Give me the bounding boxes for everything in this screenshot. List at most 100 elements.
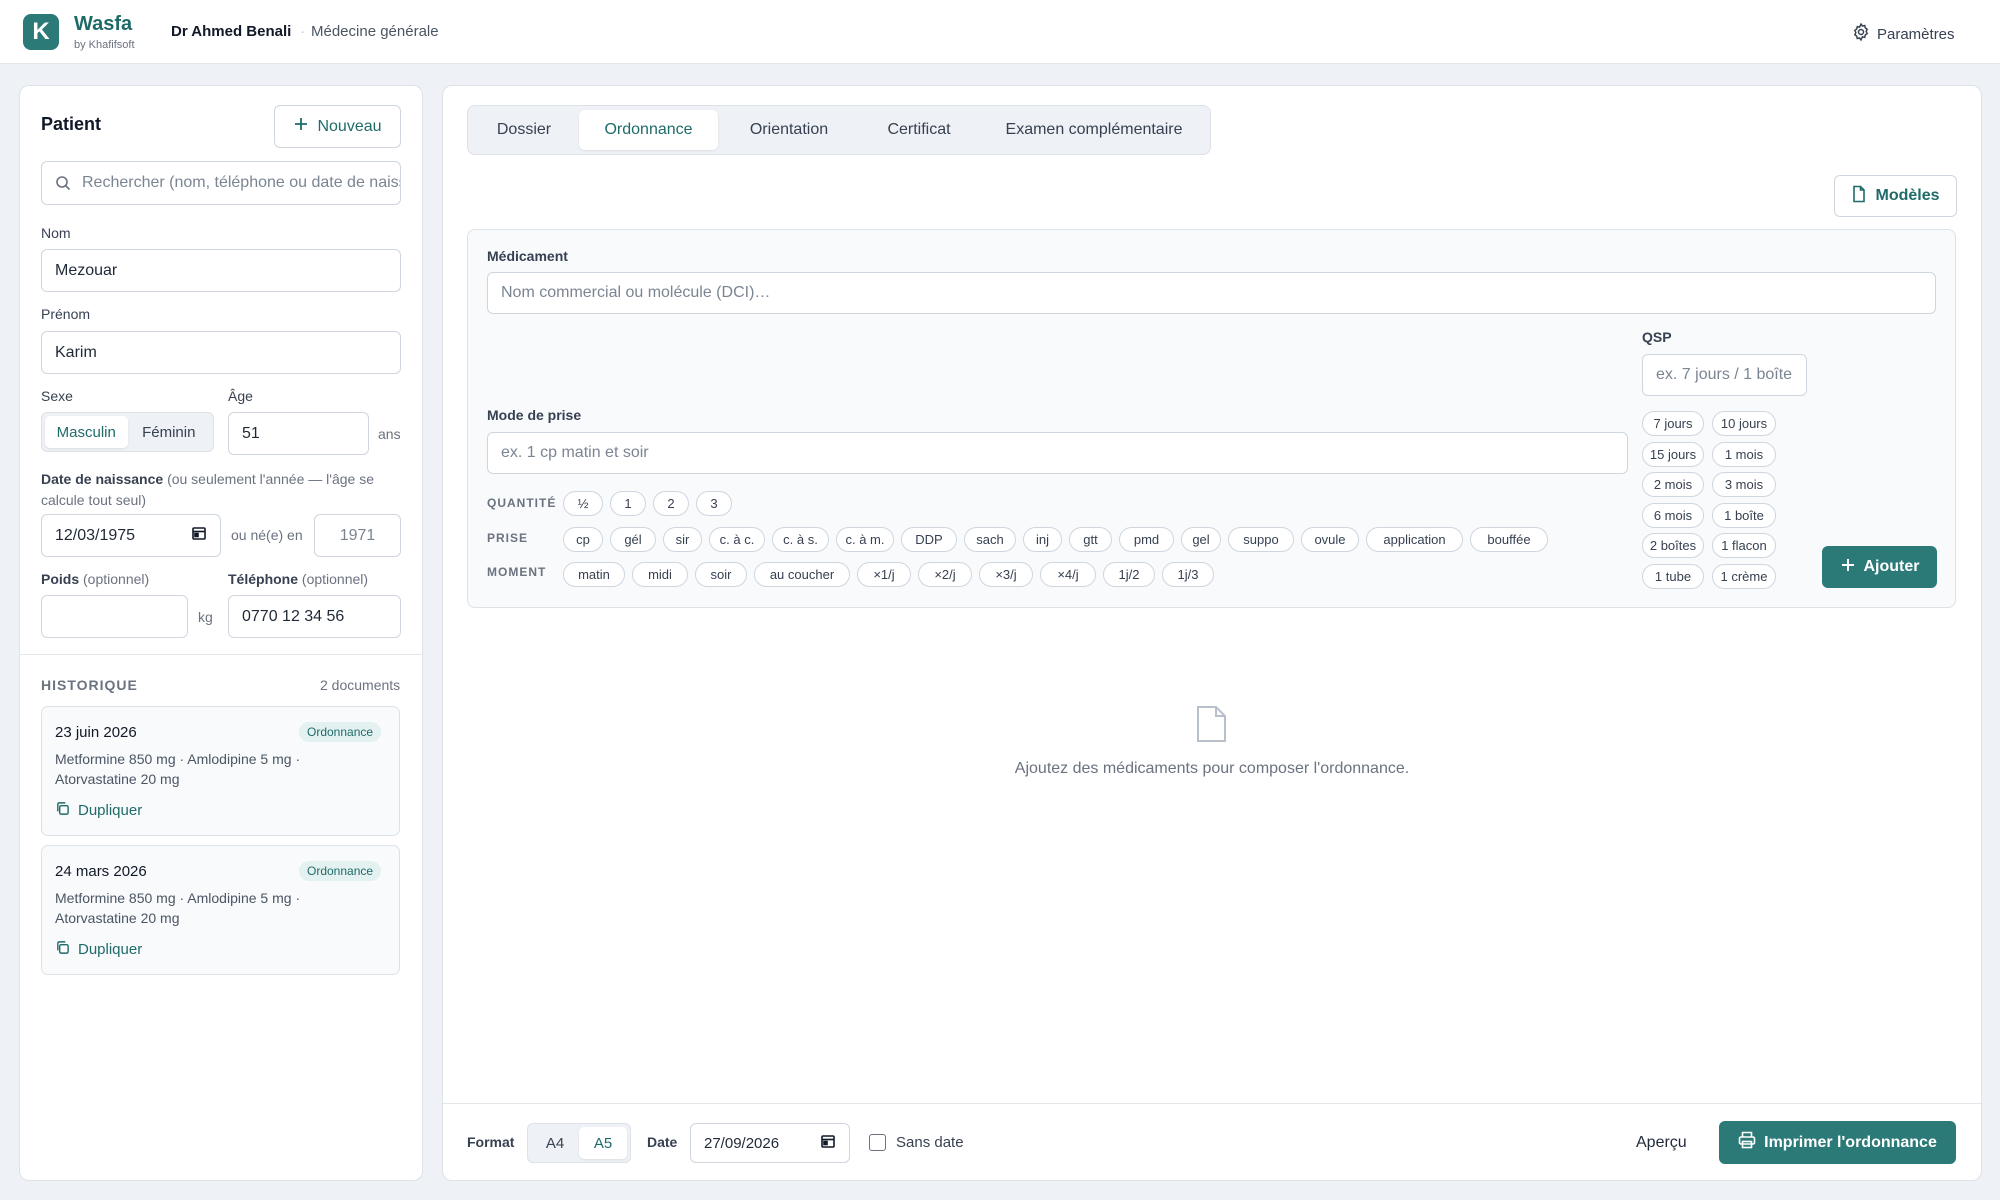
plus-icon — [293, 116, 309, 137]
duplicate-label: Dupliquer — [78, 802, 143, 819]
quantite-chip[interactable]: 1 — [610, 491, 646, 516]
dob-field[interactable]: 12/03/1975 — [41, 514, 221, 557]
qsp-chip[interactable]: 1 flacon — [1712, 533, 1776, 559]
prise-chip[interactable]: bouffée — [1470, 527, 1548, 552]
dob-label: Date de naissance (ou seulement l'année … — [41, 469, 401, 511]
sexe-label: Sexe — [41, 388, 73, 404]
moment-chip[interactable]: 1j/3 — [1162, 562, 1214, 587]
moment-chip[interactable]: ×3/j — [979, 562, 1033, 587]
printer-icon — [1738, 1131, 1756, 1154]
moment-chip[interactable]: ×2/j — [918, 562, 972, 587]
prise-chip[interactable]: sach — [964, 527, 1016, 552]
born-in-label: ou né(e) en — [231, 527, 303, 543]
moment-label: MOMENT — [487, 565, 547, 579]
qsp-chip[interactable]: 10 jours — [1712, 411, 1776, 436]
prise-chip[interactable]: application — [1366, 527, 1463, 552]
moment-chip[interactable]: midi — [632, 562, 688, 587]
brand-name: Wasfa — [74, 13, 133, 35]
moment-chip[interactable]: ×1/j — [857, 562, 911, 587]
checkbox-box[interactable] — [869, 1134, 886, 1151]
birth-year-field[interactable]: 1971 — [314, 514, 401, 557]
telephone-field[interactable]: 0770 12 34 56 — [228, 595, 401, 638]
sexe-toggle: Masculin Féminin — [41, 412, 214, 452]
prise-chip[interactable]: ovule — [1301, 527, 1359, 552]
format-toggle: A4 A5 — [527, 1123, 631, 1163]
add-label: Ajouter — [1863, 558, 1920, 575]
sans-date-checkbox[interactable]: Sans date — [869, 1134, 964, 1151]
add-medication-button[interactable]: Ajouter — [1822, 546, 1937, 588]
qsp-chip[interactable]: 15 jours — [1642, 441, 1704, 467]
sexe-feminin-option[interactable]: Féminin — [128, 416, 211, 448]
prise-chip[interactable]: c. à m. — [836, 527, 894, 552]
calendar-icon[interactable] — [191, 525, 207, 546]
moment-chip[interactable]: au coucher — [754, 562, 850, 587]
poids-field[interactable] — [41, 595, 188, 638]
tab-orientation[interactable]: Orientation — [720, 110, 858, 150]
moment-chip[interactable]: soir — [695, 562, 747, 587]
prise-chip[interactable]: pmd — [1119, 527, 1174, 552]
search-placeholder: Rechercher (nom, téléphone ou date de na… — [82, 174, 400, 191]
prise-chip[interactable]: gél — [610, 527, 656, 552]
date-value: 27/09/2026 — [704, 1134, 780, 1152]
nom-field[interactable]: Mezouar — [41, 249, 401, 292]
prise-chip[interactable]: c. à c. — [709, 527, 765, 552]
poids-label-text: Poids — [41, 571, 80, 587]
duplicate-label: Dupliquer — [78, 941, 143, 958]
quantite-chip[interactable]: ½ — [563, 491, 603, 516]
qsp-chip[interactable]: 1 mois — [1712, 441, 1776, 467]
doctor-name: Dr Ahmed Benali — [171, 23, 292, 40]
prise-chip[interactable]: gtt — [1069, 527, 1112, 552]
mode-prise-input[interactable]: ex. 1 cp matin et soir — [487, 432, 1628, 474]
tab-ordonnance[interactable]: Ordonnance — [579, 110, 718, 150]
calendar-icon[interactable] — [820, 1133, 836, 1153]
prise-chip[interactable]: gel — [1181, 527, 1221, 552]
prenom-field[interactable]: Karim — [41, 331, 401, 374]
prise-chip[interactable]: inj — [1023, 527, 1062, 552]
dob-value: 12/03/1975 — [55, 526, 136, 544]
history-summary: Metformine 850 mg · Amlodipine 5 mg · — [55, 890, 301, 906]
sexe-masculin-option[interactable]: Masculin — [45, 416, 128, 448]
print-prescription-button[interactable]: Imprimer l'ordonnance — [1719, 1121, 1956, 1164]
settings-label: Paramètres — [1877, 25, 1955, 43]
qsp-chip[interactable]: 1 crème — [1712, 564, 1776, 589]
prise-chip[interactable]: c. à s. — [772, 527, 829, 552]
patient-search-input[interactable]: Rechercher (nom, téléphone ou date de na… — [41, 161, 401, 205]
templates-label: Modèles — [1875, 187, 1940, 204]
quantite-chip[interactable]: 2 — [653, 491, 689, 516]
prise-chip[interactable]: cp — [563, 527, 603, 552]
tab-certificat[interactable]: Certificat — [860, 110, 978, 150]
qsp-chip[interactable]: 7 jours — [1642, 411, 1704, 436]
qsp-chip[interactable]: 3 mois — [1712, 472, 1776, 498]
tab-dossier[interactable]: Dossier — [471, 110, 577, 150]
prise-chip[interactable]: DDP — [901, 527, 957, 552]
qsp-chip[interactable]: 2 mois — [1642, 472, 1704, 498]
search-icon — [55, 175, 71, 196]
duplicate-button[interactable]: Dupliquer — [55, 940, 142, 959]
preview-button[interactable]: Aperçu — [1636, 1134, 1687, 1152]
qsp-chip[interactable]: 1 boîte — [1712, 502, 1776, 528]
moment-chip[interactable]: 1j/2 — [1103, 562, 1155, 587]
age-field[interactable]: 51 — [228, 412, 369, 455]
qsp-chip[interactable]: 2 boîtes — [1642, 533, 1704, 559]
qsp-input[interactable]: ex. 7 jours / 1 boîte — [1642, 354, 1807, 396]
document-icon — [1851, 185, 1867, 208]
moment-chip[interactable]: matin — [563, 562, 625, 587]
quantite-chip[interactable]: 3 — [696, 491, 732, 516]
qsp-chip[interactable]: 1 tube — [1642, 564, 1704, 589]
medicament-input[interactable]: Nom commercial ou molécule (DCI)… — [487, 272, 1936, 314]
date-field[interactable]: 27/09/2026 — [690, 1123, 850, 1163]
moment-chip[interactable]: ×4/j — [1040, 562, 1096, 587]
settings-button[interactable]: Paramètres — [1851, 22, 1955, 46]
prise-chip[interactable]: suppo — [1228, 527, 1294, 552]
format-a5-option[interactable]: A5 — [579, 1127, 627, 1159]
format-a4-option[interactable]: A4 — [531, 1127, 579, 1159]
duplicate-button[interactable]: Dupliquer — [55, 801, 142, 820]
qsp-chip[interactable]: 6 mois — [1642, 502, 1704, 528]
prise-chip[interactable]: sir — [663, 527, 702, 552]
new-patient-button[interactable]: Nouveau — [274, 105, 401, 148]
poids-optional: (optionnel) — [83, 571, 150, 587]
qsp-label: QSP — [1642, 329, 1672, 345]
telephone-optional: (optionnel) — [301, 571, 369, 587]
tab-examen-complementaire[interactable]: Examen complémentaire — [980, 110, 1208, 150]
templates-button[interactable]: Modèles — [1834, 175, 1957, 217]
